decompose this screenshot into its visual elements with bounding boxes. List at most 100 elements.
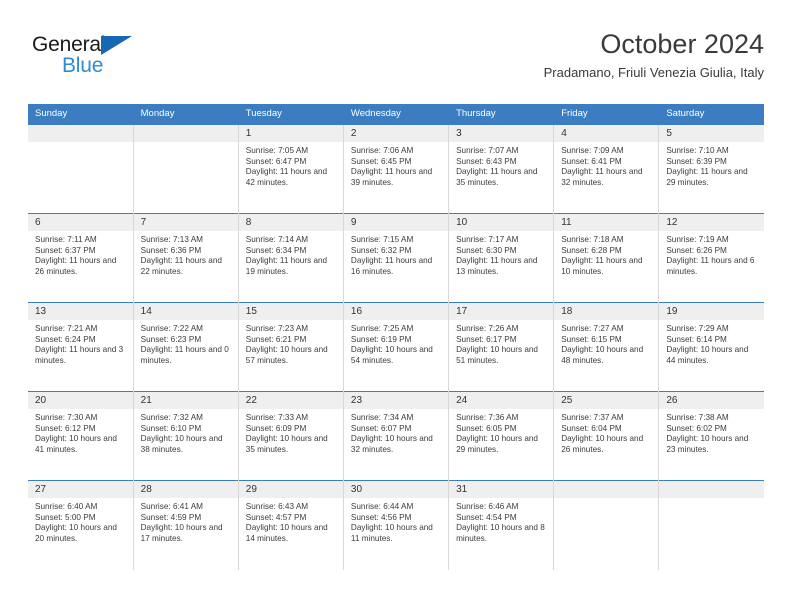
calendar-day-cell[interactable]: 30 Sunrise: 6:44 AM Sunset: 4:56 PM Dayligh… (343, 480, 450, 570)
sunset-text: Sunset: 6:24 PM (35, 334, 96, 344)
calendar-week-row: 13 Sunrise: 7:21 AM Sunset: 6:24 PM Dayligh… (28, 302, 764, 392)
sunset-text: Sunset: 6:30 PM (456, 245, 517, 255)
sunrise-text: Sunrise: 7:32 AM (140, 413, 203, 422)
daylight-text: Daylight: 11 hours and 35 minutes. (456, 167, 538, 188)
day-details: Sunrise: 7:06 AM Sunset: 6:45 PM Daylight:… (344, 142, 448, 189)
day-details: Sunrise: 7:13 AM Sunset: 6:36 PM Daylight:… (134, 231, 238, 278)
calendar-day-cell[interactable]: 20 Sunrise: 7:30 AM Sunset: 6:12 PM Dayligh… (28, 391, 134, 481)
sunrise-text: Sunrise: 7:34 AM (350, 413, 414, 422)
day-details: Sunrise: 6:40 AM Sunset: 5:00 PM Daylight:… (28, 498, 133, 545)
calendar-day-cell[interactable]: 28 Sunrise: 6:41 AM Sunset: 4:59 PM Dayligh… (133, 480, 239, 570)
sunset-text: Sunset: 6:02 PM (666, 423, 727, 433)
calendar-day-cell[interactable]: 12 Sunrise: 7:19 AM Sunset: 6:26 PM Dayligh… (658, 213, 764, 303)
day-number: 29 (238, 481, 343, 498)
calendar-day-cell[interactable]: 9 Sunrise: 7:15 AM Sunset: 6:32 PM Daylight… (343, 213, 450, 303)
calendar-day-cell[interactable]: 6 Sunrise: 7:11 AM Sunset: 6:37 PM Daylight… (28, 213, 134, 303)
brand-logo[interactable]: General Blue (32, 34, 232, 90)
day-details: Sunrise: 7:07 AM Sunset: 6:43 PM Daylight:… (449, 142, 553, 189)
sunset-text: Sunset: 6:43 PM (456, 156, 517, 166)
calendar-day-cell[interactable]: 8 Sunrise: 7:14 AM Sunset: 6:34 PM Daylight… (238, 213, 344, 303)
sunset-text: Sunset: 6:28 PM (561, 245, 622, 255)
sunset-text: Sunset: 6:32 PM (350, 245, 412, 255)
calendar-day-cell[interactable]: 16 Sunrise: 7:25 AM Sunset: 6:19 PM Dayligh… (343, 302, 450, 392)
calendar-day-cell[interactable]: 3 Sunrise: 7:07 AM Sunset: 6:43 PM Daylight… (448, 124, 555, 214)
sunset-text: Sunset: 6:21 PM (245, 334, 307, 344)
daylight-text: Daylight: 10 hours and 8 minutes. (456, 523, 545, 544)
sunrise-text: Sunrise: 6:43 AM (245, 502, 309, 511)
calendar-day-cell[interactable]: 21 Sunrise: 7:32 AM Sunset: 6:10 PM Dayligh… (133, 391, 239, 481)
sunset-text: Sunset: 6:12 PM (35, 423, 96, 433)
calendar-day-cell[interactable]: 10 Sunrise: 7:17 AM Sunset: 6:30 PM Dayligh… (448, 213, 555, 303)
calendar-day-cell[interactable]: 27 Sunrise: 6:40 AM Sunset: 5:00 PM Dayligh… (28, 480, 134, 570)
daylight-text: Daylight: 10 hours and 54 minutes. (350, 345, 433, 366)
daylight-text: Daylight: 11 hours and 39 minutes. (350, 167, 433, 188)
day-details: Sunrise: 7:17 AM Sunset: 6:30 PM Daylight:… (449, 231, 553, 278)
day-number: 13 (28, 303, 133, 320)
day-number: 8 (238, 214, 343, 231)
sunrise-text: Sunrise: 7:30 AM (35, 413, 98, 422)
weekday-header-wednesday: Wednesday (343, 104, 450, 125)
daylight-text: Daylight: 11 hours and 42 minutes. (245, 167, 328, 188)
daylight-text: Daylight: 10 hours and 11 minutes. (350, 523, 433, 544)
sunrise-text: Sunrise: 7:19 AM (666, 235, 729, 244)
daylight-text: Daylight: 10 hours and 57 minutes. (245, 345, 328, 366)
sunset-text: Sunset: 4:54 PM (456, 512, 517, 522)
calendar-day-cell[interactable]: 1 Sunrise: 7:05 AM Sunset: 6:47 PM Daylight… (238, 124, 344, 214)
sunset-text: Sunset: 6:23 PM (140, 334, 202, 344)
sunrise-text: Sunrise: 7:13 AM (140, 235, 203, 244)
daylight-text: Daylight: 11 hours and 29 minutes. (666, 167, 748, 188)
sunrise-text: Sunrise: 7:33 AM (245, 413, 309, 422)
calendar-day-cell[interactable]: 11 Sunrise: 7:18 AM Sunset: 6:28 PM Dayligh… (553, 213, 660, 303)
day-number: 12 (659, 214, 764, 231)
calendar-day-cell[interactable]: 17 Sunrise: 7:26 AM Sunset: 6:17 PM Dayligh… (448, 302, 555, 392)
sunrise-text: Sunrise: 7:37 AM (561, 413, 624, 422)
day-number (133, 125, 238, 142)
sunset-text: Sunset: 6:39 PM (666, 156, 727, 166)
calendar-day-cell-empty (28, 124, 134, 214)
calendar-day-cell[interactable]: 14 Sunrise: 7:22 AM Sunset: 6:23 PM Dayligh… (133, 302, 239, 392)
day-details: Sunrise: 7:21 AM Sunset: 6:24 PM Daylight:… (28, 320, 133, 367)
daylight-text: Daylight: 10 hours and 14 minutes. (245, 523, 328, 544)
calendar-day-cell[interactable]: 18 Sunrise: 7:27 AM Sunset: 6:15 PM Dayligh… (553, 302, 660, 392)
calendar-day-cell[interactable]: 7 Sunrise: 7:13 AM Sunset: 6:36 PM Daylight… (133, 213, 239, 303)
sunset-text: Sunset: 6:19 PM (350, 334, 412, 344)
day-details: Sunrise: 7:14 AM Sunset: 6:34 PM Daylight:… (239, 231, 343, 278)
calendar-day-cell[interactable]: 13 Sunrise: 7:21 AM Sunset: 6:24 PM Dayligh… (28, 302, 134, 392)
calendar-day-cell[interactable]: 25 Sunrise: 7:37 AM Sunset: 6:04 PM Dayligh… (553, 391, 660, 481)
daylight-text: Daylight: 11 hours and 3 minutes. (35, 345, 124, 366)
sunrise-text: Sunrise: 7:21 AM (35, 324, 98, 333)
calendar-day-cell[interactable]: 15 Sunrise: 7:23 AM Sunset: 6:21 PM Dayligh… (238, 302, 344, 392)
calendar-day-cell[interactable]: 29 Sunrise: 6:43 AM Sunset: 4:57 PM Dayligh… (238, 480, 344, 570)
day-details: Sunrise: 7:18 AM Sunset: 6:28 PM Daylight:… (554, 231, 658, 278)
sunrise-text: Sunrise: 7:38 AM (666, 413, 729, 422)
sunrise-text: Sunrise: 7:36 AM (456, 413, 519, 422)
day-details: Sunrise: 7:19 AM Sunset: 6:26 PM Daylight:… (659, 231, 764, 278)
calendar-day-cell[interactable]: 24 Sunrise: 7:36 AM Sunset: 6:05 PM Dayligh… (448, 391, 555, 481)
calendar-day-cell[interactable]: 2 Sunrise: 7:06 AM Sunset: 6:45 PM Daylight… (343, 124, 450, 214)
day-number: 26 (659, 392, 764, 409)
calendar-day-cell[interactable]: 22 Sunrise: 7:33 AM Sunset: 6:09 PM Dayligh… (238, 391, 344, 481)
calendar-grid: Sunday Monday Tuesday Wednesday Thursday… (28, 104, 764, 570)
calendar-day-cell[interactable]: 19 Sunrise: 7:29 AM Sunset: 6:14 PM Dayligh… (658, 302, 764, 392)
calendar-day-cell[interactable]: 4 Sunrise: 7:09 AM Sunset: 6:41 PM Daylight… (553, 124, 660, 214)
calendar-day-cell[interactable]: 31 Sunrise: 6:46 AM Sunset: 4:54 PM Dayligh… (448, 480, 555, 570)
daylight-text: Daylight: 10 hours and 20 minutes. (35, 523, 117, 544)
weekday-header-friday: Friday (553, 104, 660, 125)
day-details: Sunrise: 7:36 AM Sunset: 6:05 PM Daylight:… (449, 409, 553, 456)
day-number: 21 (133, 392, 238, 409)
day-number: 17 (449, 303, 554, 320)
calendar-page: General Blue October 2024 Pradamano, Fri… (0, 0, 792, 612)
sunrise-text: Sunrise: 7:26 AM (456, 324, 519, 333)
sunrise-text: Sunrise: 7:23 AM (245, 324, 309, 333)
day-number: 7 (133, 214, 238, 231)
page-subtitle: Pradamano, Friuli Venezia Giulia, Italy (543, 65, 764, 80)
calendar-week-row: 20 Sunrise: 7:30 AM Sunset: 6:12 PM Dayligh… (28, 391, 764, 481)
day-details: Sunrise: 7:09 AM Sunset: 6:41 PM Daylight:… (554, 142, 658, 189)
sunrise-text: Sunrise: 7:25 AM (350, 324, 414, 333)
day-number: 6 (28, 214, 133, 231)
calendar-day-cell[interactable]: 26 Sunrise: 7:38 AM Sunset: 6:02 PM Dayligh… (658, 391, 764, 481)
day-number: 4 (554, 125, 659, 142)
daylight-text: Daylight: 11 hours and 6 minutes. (666, 256, 755, 277)
calendar-day-cell[interactable]: 23 Sunrise: 7:34 AM Sunset: 6:07 PM Dayligh… (343, 391, 450, 481)
calendar-day-cell[interactable]: 5 Sunrise: 7:10 AM Sunset: 6:39 PM Daylight… (658, 124, 764, 214)
